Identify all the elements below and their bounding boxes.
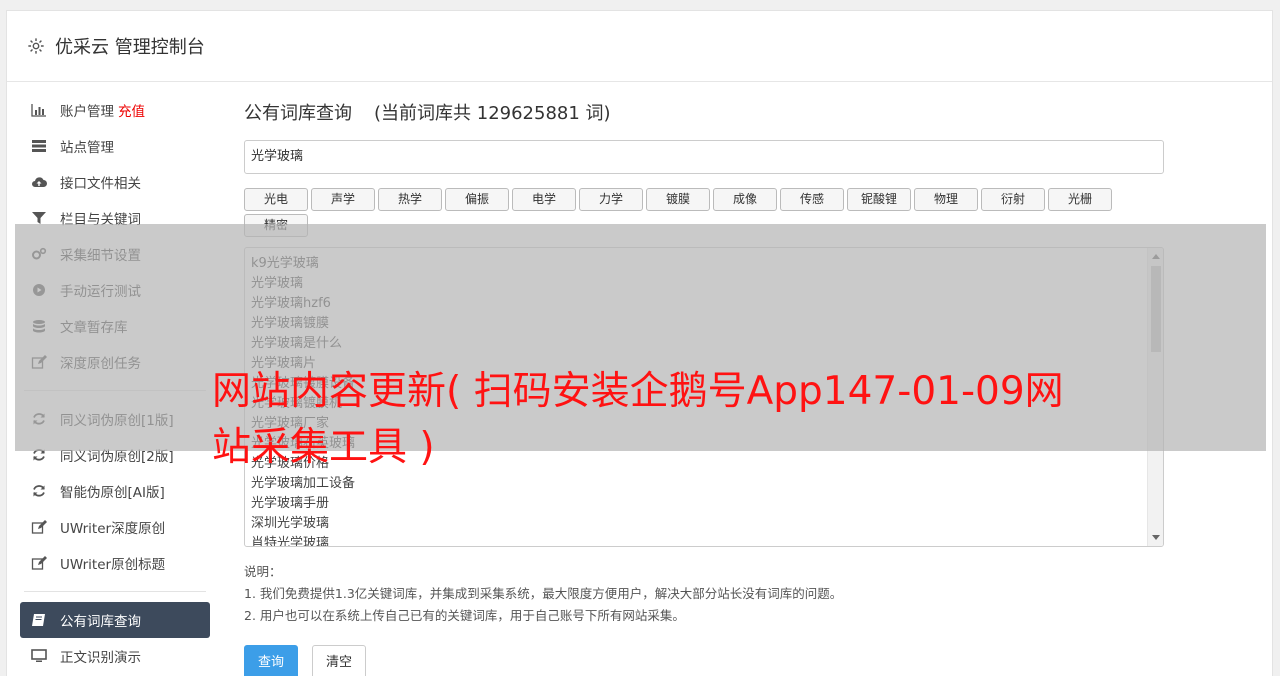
tag-button[interactable]: 电学 [512,188,576,211]
tag-button[interactable]: 光栅 [1048,188,1112,211]
sidebar-item-label: 账户管理 [60,104,114,120]
app-title: 优采云 管理控制台 [55,37,205,58]
sidebar-divider [24,591,206,592]
header: 优采云 管理控制台 [7,11,1272,82]
sidebar-item-g3-0[interactable]: 公有词库查询 [20,602,210,638]
edit-icon [30,556,48,570]
gear-icon [27,37,45,55]
tag-button[interactable]: 偏振 [445,188,509,211]
tag-button[interactable]: 衍射 [981,188,1045,211]
tag-button[interactable]: 力学 [579,188,643,211]
bar-chart-icon [30,103,48,117]
word-count: (当前词库共 129625881 词) [374,103,611,124]
notes: 说明： 1. 我们免费提供1.3亿关键词库，并集成到采集系统，最大限度方便用户，… [244,561,1164,627]
sidebar-item-label: UWriter深度原创 [60,521,166,537]
tag-button[interactable]: 热学 [378,188,442,211]
tag-button[interactable]: 传感 [780,188,844,211]
list-item[interactable]: 肖特光学玻璃 [251,534,1157,546]
query-button[interactable]: 查询 [244,645,298,676]
book-icon [30,613,48,627]
action-buttons: 查询 清空 [244,645,1164,676]
recharge-link[interactable]: 充值 [118,100,145,120]
list-item[interactable]: 光学玻璃手册 [251,494,1157,514]
tag-button[interactable]: 铌酸锂 [847,188,911,211]
sidebar-item-g1-2[interactable]: 接口文件相关 [20,164,210,200]
note-1: 1. 我们免费提供1.3亿关键词库，并集成到采集系统，最大限度方便用户，解决大部… [244,586,843,601]
sidebar-item-g2-4[interactable]: UWriter原创标题 [20,545,210,581]
page-title-text: 公有词库查询 [244,103,352,124]
tag-button[interactable]: 镀膜 [646,188,710,211]
page-title: 公有词库查询 (当前词库共 129625881 词) [244,100,1164,128]
sidebar-item-g2-2[interactable]: 智能伪原创[AI版] [20,473,210,509]
note-2: 2. 用户也可以在系统上传自己已有的关键词库，用于自己账号下所有网站采集。 [244,608,685,623]
sidebar-item-label: 智能伪原创[AI版] [60,485,165,501]
filter-icon [30,211,48,225]
list-item[interactable]: 深圳光学玻璃 [251,514,1157,534]
server-icon [30,139,48,153]
list-item[interactable]: 光学玻璃加工设备 [251,474,1157,494]
notes-title: 说明： [244,564,282,579]
tag-button[interactable]: 声学 [311,188,375,211]
monitor-icon [30,649,48,663]
scroll-down-icon[interactable] [1152,535,1160,540]
sidebar-item-label: 公有词库查询 [60,614,141,630]
sidebar-item-label: UWriter原创标题 [60,557,166,573]
refresh-icon [30,484,48,498]
search-input[interactable]: 光学玻璃 [244,140,1164,174]
tag-button[interactable]: 物理 [914,188,978,211]
sidebar-item-g2-3[interactable]: UWriter深度原创 [20,509,210,545]
tag-button[interactable]: 光电 [244,188,308,211]
tag-button[interactable]: 成像 [713,188,777,211]
clear-button[interactable]: 清空 [312,645,366,676]
sidebar-item-label: 正文识别演示 [60,650,141,666]
sidebar-item-label: 站点管理 [60,140,114,156]
sidebar-item-g3-1[interactable]: 正文识别演示 [20,638,210,674]
ad-text: 网站内容更新( 扫码安装企鹅号App147-01-09网站采集工具 ) [212,369,1064,470]
cloud-upload-icon [30,175,48,189]
sidebar-item-label: 接口文件相关 [60,176,141,192]
edit-icon [30,520,48,534]
sidebar-item-g1-0[interactable]: 账户管理 充值 [20,92,210,128]
sidebar-item-g1-1[interactable]: 站点管理 [20,128,210,164]
